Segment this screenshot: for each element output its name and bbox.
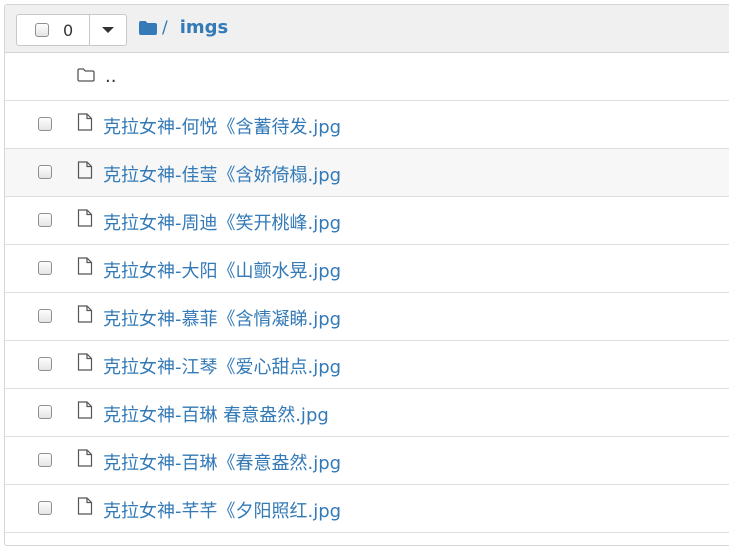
file-icon (77, 161, 93, 179)
selected-count: 0 (63, 20, 74, 40)
file-row[interactable]: 克拉女神-大阳《山颤水晃.jpg (5, 245, 729, 293)
file-name-link[interactable]: 克拉女神-何悦《含蓄待发.jpg (103, 113, 341, 139)
file-icon (77, 497, 93, 515)
file-row[interactable]: 克拉女神-佳莹《含娇倚榻.jpg (5, 149, 729, 197)
file-name-link[interactable]: 克拉女神-百琳《春意盎然.jpg (103, 449, 341, 475)
file-checkbox[interactable] (38, 357, 52, 371)
file-checkbox[interactable] (38, 453, 52, 467)
breadcrumb: / imgs (139, 17, 228, 38)
file-name-link[interactable]: 克拉女神-百琳 春意盎然.jpg (103, 401, 329, 427)
caret-down-icon (102, 27, 114, 33)
file-checkbox[interactable] (38, 213, 52, 227)
file-icon (77, 209, 93, 227)
file-checkbox[interactable] (38, 405, 52, 419)
file-name-link[interactable]: 克拉女神-芊芊《夕阳照红.jpg (103, 497, 341, 523)
select-all-checkbox[interactable] (35, 23, 49, 37)
file-list: 克拉女神-何悦《含蓄待发.jpg 克拉女神-佳莹《含娇倚榻.jpg 克拉女神-周迪《… (5, 101, 729, 533)
file-row[interactable]: 克拉女神-何悦《含蓄待发.jpg (5, 101, 729, 149)
file-list-header: 0 / imgs (5, 5, 729, 53)
breadcrumb-separator: / (162, 17, 168, 38)
file-checkbox[interactable] (38, 501, 52, 515)
select-dropdown-toggle[interactable] (90, 15, 126, 45)
file-icon (77, 113, 93, 131)
file-name-link[interactable]: 克拉女神-周迪《笑开桃峰.jpg (103, 209, 341, 235)
file-row[interactable]: 克拉女神-江琴《爱心甜点.jpg (5, 341, 729, 389)
file-name-link[interactable]: 克拉女神-慕菲《含情凝睇.jpg (103, 305, 341, 331)
parent-directory-row[interactable]: .. (5, 53, 729, 101)
file-checkbox[interactable] (38, 165, 52, 179)
file-icon (77, 401, 93, 419)
folder-outline-icon (77, 68, 95, 82)
file-row[interactable]: 克拉女神-周迪《笑开桃峰.jpg (5, 197, 729, 245)
breadcrumb-current-folder[interactable]: imgs (180, 17, 229, 38)
file-row[interactable]: 克拉女神-慕菲《含情凝睇.jpg (5, 293, 729, 341)
file-row[interactable]: 克拉女神-百琳 春意盎然.jpg (5, 389, 729, 437)
file-icon (77, 353, 93, 371)
file-browser-panel: 0 / imgs .. 克拉女神-何悦《含蓄待发.jpg 克拉女神-佳莹《含娇倚榻… (4, 4, 729, 546)
file-checkbox[interactable] (38, 309, 52, 323)
file-checkbox[interactable] (38, 117, 52, 131)
file-checkbox[interactable] (38, 261, 52, 275)
select-button-group: 0 (16, 14, 127, 46)
parent-directory-link[interactable]: .. (105, 66, 116, 87)
select-all-button[interactable]: 0 (17, 15, 90, 45)
file-name-link[interactable]: 克拉女神-大阳《山颤水晃.jpg (103, 257, 341, 283)
file-row[interactable]: 克拉女神-百琳《春意盎然.jpg (5, 437, 729, 485)
file-name-link[interactable]: 克拉女神-佳莹《含娇倚榻.jpg (103, 161, 341, 187)
file-icon (77, 257, 93, 275)
file-icon (77, 449, 93, 467)
file-icon (77, 305, 93, 323)
file-name-link[interactable]: 克拉女神-江琴《爱心甜点.jpg (103, 353, 341, 379)
folder-icon[interactable] (139, 20, 157, 35)
